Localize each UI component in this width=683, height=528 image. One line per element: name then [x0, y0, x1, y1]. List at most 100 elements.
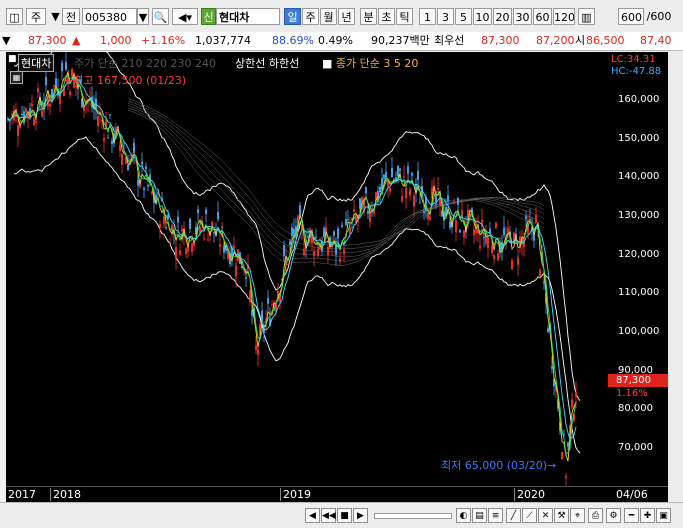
measure-icon[interactable]: ⌖ — [570, 508, 585, 523]
settings-icon[interactable]: ⚙ — [606, 508, 621, 523]
data-view-icon[interactable]: ▤ — [472, 508, 487, 523]
interval-20[interactable]: 20 — [493, 8, 512, 25]
minus-icon[interactable]: ━ — [624, 508, 639, 523]
scroll-right-icon[interactable]: ▶ — [353, 508, 368, 523]
lc-value: LC:34.31 — [611, 54, 656, 65]
volume-ratio: 88.69% — [272, 34, 314, 47]
legend-stock-name[interactable]: 현대차 — [18, 54, 55, 72]
candle-body — [121, 153, 123, 165]
legend-marker: ■ — [322, 57, 336, 70]
candle-body — [397, 166, 399, 177]
navigation-bar: ◀ ◀◀ ■ ▶ ◐ ▤ ≡ ╱ ⟋ ✕ ⚒ ⌖ ⎙ ⚙ ━ ✚ ▣ — [0, 502, 683, 528]
interval-5[interactable]: 5 — [455, 8, 472, 25]
reset-icon[interactable]: ▣ — [656, 508, 671, 523]
legend-ma[interactable]: 주가 단순 210 220 230 240 — [74, 55, 216, 71]
candle-body — [327, 246, 329, 256]
candle-body — [571, 399, 573, 408]
y-tick-label: 110,000 — [618, 287, 660, 299]
interval-10[interactable]: 10 — [473, 8, 492, 25]
sound-icon[interactable]: ◀▾ — [172, 8, 198, 25]
candle-body — [343, 249, 345, 255]
arrow-icon[interactable]: ▼ — [49, 8, 62, 25]
candle-body — [45, 76, 47, 86]
interval-120[interactable]: 120 — [553, 8, 575, 25]
plus-icon[interactable]: ✚ — [640, 508, 655, 523]
chart-canvas[interactable] — [6, 52, 608, 486]
interval-3[interactable]: 3 — [437, 8, 454, 25]
candle-body — [197, 209, 199, 214]
legend-band[interactable]: 상한선 하한선 — [235, 55, 299, 71]
all-tab[interactable]: 전 — [62, 8, 80, 25]
candle-body — [299, 205, 301, 217]
candle-body — [551, 366, 553, 369]
layout-icon[interactable]: ◫ — [6, 8, 23, 25]
zoom-out-icon[interactable]: ◐ — [456, 508, 471, 523]
draw-line-icon[interactable]: ╱ — [506, 508, 521, 523]
x-label-2018: 2018 — [50, 488, 81, 501]
dropdown-icon[interactable]: ▼ — [2, 32, 10, 50]
candle-body — [49, 104, 51, 107]
period-second[interactable]: 초 — [378, 8, 395, 25]
candle-body — [403, 176, 405, 178]
candle-body — [287, 264, 289, 266]
candle-body — [145, 166, 147, 170]
trend-icon[interactable]: ⟋ — [522, 508, 537, 523]
candle-body — [141, 161, 143, 165]
interval-1[interactable]: 1 — [419, 8, 436, 25]
y-tick-label: 150,000 — [618, 132, 660, 144]
candle-body — [473, 229, 475, 236]
zoom-slider[interactable] — [374, 513, 452, 519]
period-minute[interactable]: 분 — [360, 8, 377, 25]
candle-body — [407, 166, 409, 174]
candle-body — [317, 247, 319, 256]
scroll-left-icon[interactable]: ◀ — [305, 508, 320, 523]
interval-60[interactable]: 60 — [533, 8, 552, 25]
candle-body — [339, 258, 341, 263]
candle-body — [133, 142, 135, 154]
candle-body — [463, 230, 465, 238]
candle-body — [511, 260, 513, 270]
period-weekly[interactable]: 주 — [302, 8, 319, 25]
stock-name-field[interactable]: 현대차 — [216, 8, 280, 25]
high-annotation: ←최고 167,500 (01/23) — [64, 74, 187, 87]
legend-volume-ma[interactable]: ■ 종가 단순 3 5 20 — [322, 55, 418, 71]
cross-icon[interactable]: ✕ — [538, 508, 553, 523]
candle-body — [349, 226, 351, 235]
print-icon[interactable]: ⎙ — [588, 508, 603, 523]
candle-body — [487, 236, 489, 249]
stop-icon[interactable]: ■ — [337, 508, 352, 523]
candle-body — [219, 244, 221, 247]
fast-back-icon[interactable]: ◀◀ — [321, 508, 336, 523]
candle-body — [233, 246, 235, 249]
code-dropdown-icon[interactable]: ▼ — [137, 8, 149, 25]
candle-body — [497, 253, 499, 261]
candle-body — [107, 137, 109, 139]
period-yearly[interactable]: 년 — [338, 8, 355, 25]
period-daily[interactable]: 일 — [284, 8, 301, 25]
candle-body — [313, 251, 315, 257]
candle-body — [347, 219, 349, 221]
tool-icon[interactable]: ⚒ — [554, 508, 569, 523]
count-input[interactable]: 600 — [618, 8, 644, 25]
period-tick[interactable]: 틱 — [396, 8, 413, 25]
market-tab[interactable]: 주 — [26, 8, 46, 25]
count-total: /600 — [646, 10, 672, 23]
candle-body — [213, 232, 215, 234]
price-change: 1,000 — [100, 34, 132, 47]
candle-body — [177, 216, 179, 223]
period-monthly[interactable]: 월 — [320, 8, 337, 25]
code-input[interactable]: 005380 — [82, 8, 137, 25]
x-label-current-date: 04/06 — [616, 488, 648, 501]
search-icon[interactable]: 🔍 — [152, 8, 169, 25]
candle-body — [25, 108, 27, 113]
interval-30[interactable]: 30 — [513, 8, 532, 25]
indicator-icon[interactable]: ≡ — [488, 508, 503, 523]
candle-body — [251, 309, 253, 316]
price-chart[interactable]: ■ 현대차 주가 단순 210 220 230 240 상한선 하한선 ■ 종가… — [6, 52, 608, 486]
chart-settings-icon[interactable]: ▥ — [578, 8, 595, 25]
candle-body — [365, 187, 367, 194]
x-label-2017: 2017 — [8, 488, 36, 501]
grid-toggle-icon[interactable]: ▦ — [10, 71, 23, 84]
candle-body — [307, 236, 309, 238]
price-axis[interactable]: LC:34.31 HC:-47.88 160,000 150,000 140,000… — [608, 52, 668, 486]
